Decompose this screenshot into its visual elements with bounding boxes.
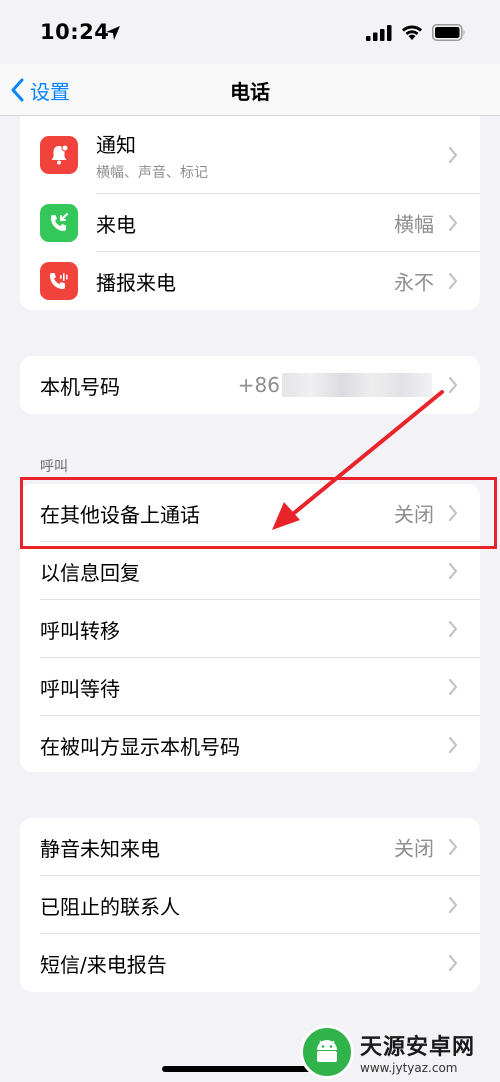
settings-row-respond-with-text[interactable]: 以信息回复: [20, 542, 480, 600]
watermark: 天源安卓网 www.jytyaz.com: [300, 1022, 500, 1082]
chevron-right-icon: [448, 954, 458, 972]
settings-row-announce-calls[interactable]: 播报来电 永不: [20, 252, 480, 310]
incoming-call-icon: [40, 204, 78, 242]
row-label: 本机号码: [40, 374, 120, 399]
watermark-url: www.jytyaz.com: [360, 1061, 458, 1075]
chevron-right-icon: [448, 146, 458, 164]
row-label: 静音未知来电: [40, 836, 160, 861]
row-value: 横幅: [394, 212, 434, 237]
row-label: 播报来电: [96, 270, 176, 295]
row-label: 呼叫等待: [40, 676, 120, 701]
row-label: 在其他设备上通话: [40, 502, 200, 527]
chevron-right-icon: [448, 736, 458, 754]
location-arrow-icon: [106, 26, 120, 40]
settings-row-blocked-contacts[interactable]: 已阻止的联系人: [20, 876, 480, 934]
wifi-icon: [402, 25, 422, 40]
settings-row-call-waiting[interactable]: 呼叫等待: [20, 658, 480, 716]
settings-row-my-number[interactable]: 本机号码 +86: [20, 356, 480, 414]
settings-row-silence-unknown-callers[interactable]: 静音未知来电 关闭: [20, 818, 480, 876]
chevron-right-icon: [448, 896, 458, 914]
status-time: 10:24: [40, 20, 110, 44]
row-value: 关闭: [394, 502, 434, 527]
chevron-right-icon: [448, 562, 458, 580]
chevron-right-icon: [448, 838, 458, 856]
calls-group: 在其他设备上通话 关闭 以信息回复 呼叫转移 呼叫等待 在被叫方显示本机号码: [20, 484, 480, 772]
page-title: 电话: [230, 80, 270, 104]
status-bar: 10:24: [0, 0, 500, 64]
chevron-right-icon: [448, 214, 458, 232]
row-label: 呼叫转移: [40, 618, 120, 643]
chevron-right-icon: [448, 376, 458, 394]
row-value: 关闭: [394, 836, 434, 861]
chevron-right-icon: [448, 504, 458, 522]
row-label: 在被叫方显示本机号码: [40, 734, 240, 759]
cellular-signal-icon: [366, 25, 392, 41]
chevron-right-icon: [448, 620, 458, 638]
notifications-group: 通知 横幅、声音、标记 来电 横幅 播报来电 永不: [20, 116, 480, 310]
phone-number-value: +86: [237, 373, 280, 397]
notification-bell-icon: [40, 136, 78, 174]
navigation-bar: 设置 电话: [0, 64, 500, 116]
row-label: 已阻止的联系人: [40, 894, 180, 919]
settings-row-call-forwarding[interactable]: 呼叫转移: [20, 600, 480, 658]
row-value: 永不: [394, 270, 434, 295]
settings-row-sms-call-reporting[interactable]: 短信/来电报告: [20, 934, 480, 992]
row-label: 来电: [96, 212, 136, 237]
row-subtitle: 横幅、声音、标记: [96, 164, 208, 181]
blocking-group: 静音未知来电 关闭 已阻止的联系人 短信/来电报告: [20, 818, 480, 992]
row-label: 通知: [96, 132, 136, 157]
row-label: 以信息回复: [40, 560, 140, 585]
announce-call-icon: [40, 262, 78, 300]
row-label: 短信/来电报告: [40, 952, 167, 977]
section-header-calls: 呼叫: [40, 459, 68, 475]
android-logo-icon: [300, 1025, 354, 1079]
my-number-group: 本机号码 +86: [20, 356, 480, 414]
redacted-phone-number: [282, 373, 432, 397]
settings-row-show-caller-id[interactable]: 在被叫方显示本机号码: [20, 716, 480, 772]
settings-row-incoming-call[interactable]: 来电 横幅: [20, 194, 480, 252]
settings-row-notifications[interactable]: 通知 横幅、声音、标记: [20, 116, 480, 194]
chevron-right-icon: [448, 678, 458, 696]
watermark-name: 天源安卓网: [360, 1035, 476, 1060]
chevron-right-icon: [448, 272, 458, 290]
settings-row-calls-on-other-devices[interactable]: 在其他设备上通话 关闭: [20, 484, 480, 542]
battery-icon: [432, 24, 465, 41]
